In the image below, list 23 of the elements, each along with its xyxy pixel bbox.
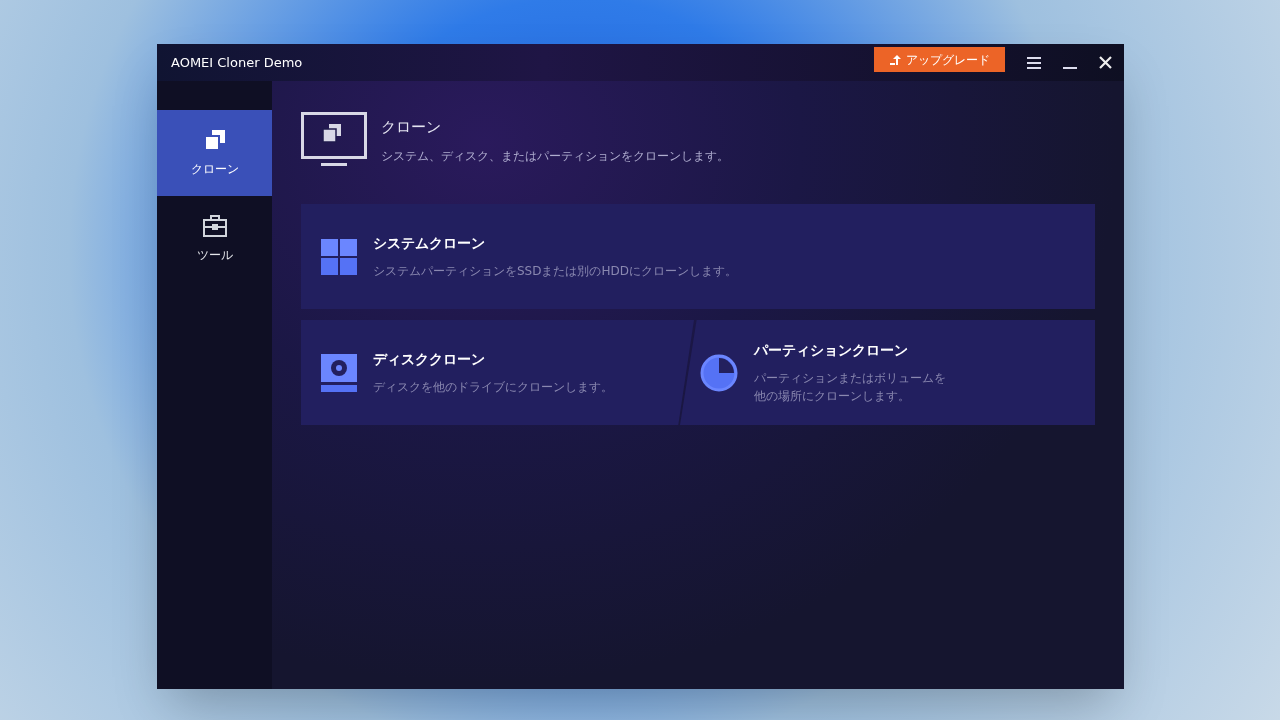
- windows-icon: [321, 238, 357, 275]
- card-title: ディスククローン: [373, 350, 486, 369]
- section-subtitle: システム、ディスク、またはパーティションをクローンします。: [381, 147, 729, 165]
- card-description: パーティションまたはボリュームを: [754, 370, 946, 387]
- option-card[interactable]: パーティションクローン パーティションまたはボリュームを 他の場所にクローンします。: [680, 320, 1095, 425]
- card-description: 他の場所にクローンします。: [754, 388, 911, 405]
- option-card[interactable]: ディスククローン ディスクを他のドライブにクローンします。: [301, 320, 694, 425]
- card-description: システムパーティションをSSDまたは別のHDDにクローンします。: [373, 263, 737, 280]
- card-title: パーティションクローン: [754, 341, 909, 360]
- sidebar-tab[interactable]: ツール: [157, 196, 272, 282]
- sidebar-tab[interactable]: クローン: [157, 110, 272, 196]
- menu-icon[interactable]: [1027, 56, 1041, 69]
- monitor-icon: [301, 112, 367, 168]
- option-card[interactable]: システムクローン システムパーティションをSSDまたは別のHDDにクローンします。: [301, 204, 1095, 309]
- upload-icon: [889, 53, 902, 66]
- section-title: クローン: [381, 117, 442, 138]
- window-title: AOMEI Cloner Demo: [171, 53, 303, 72]
- card-description: ディスクを他のドライブにクローンします。: [373, 379, 613, 396]
- toolbox-icon: [201, 214, 228, 238]
- disk-drive-icon: [321, 353, 357, 392]
- card-title: システムクローン: [373, 234, 486, 253]
- pie-icon: [700, 353, 738, 392]
- close-icon[interactable]: [1099, 56, 1112, 69]
